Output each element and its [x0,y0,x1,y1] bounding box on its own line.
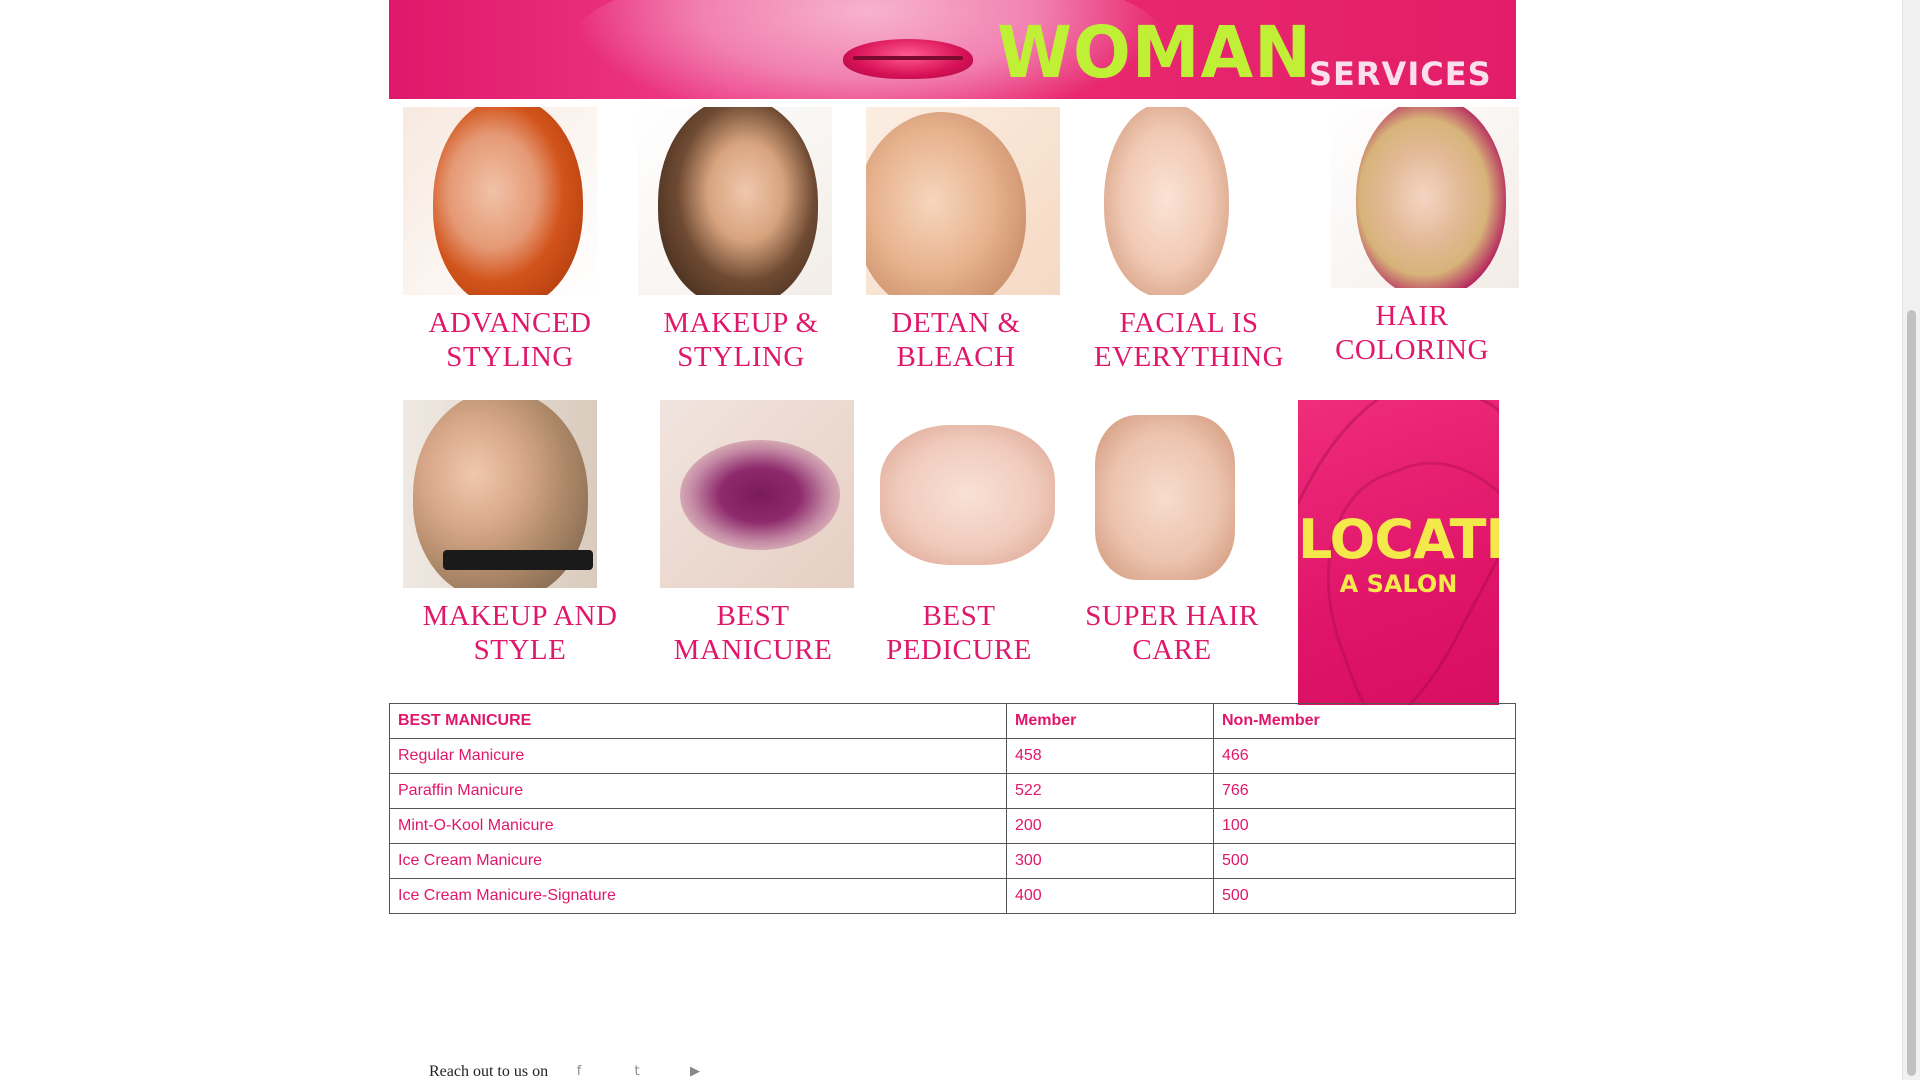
advanced-styling-image[interactable] [403,107,597,295]
non-member-price-cell: 466 [1213,738,1516,774]
table-row: Mint-O-Kool Manicure 200 100 [389,808,1516,844]
member-price-cell: 458 [1006,738,1214,774]
banner-title: WOMAN [997,12,1313,95]
best-manicure-image[interactable] [660,400,854,588]
service-caption-line: BEST [716,600,790,632]
service-caption-line: PEDICURE [886,634,1032,666]
table-header-member: Member [1006,703,1214,739]
hair-coloring-image[interactable] [1331,107,1519,288]
table-header-non-member: Non-Member [1213,703,1516,739]
non-member-price-cell: 500 [1213,878,1516,914]
facebook-icon[interactable]: f [570,1064,588,1082]
service-caption-line: ADVANCED [428,307,592,339]
super-hair-care-image[interactable] [1070,400,1264,588]
service-caption-line: DETAN & [891,307,1021,339]
service-caption-line: MANICURE [673,634,833,666]
makeup-styling-image[interactable] [638,107,832,295]
locate-subtitle: A SALON [1339,570,1458,598]
youtube-icon[interactable]: ▶ [686,1064,704,1082]
non-member-price-cell: 100 [1213,808,1516,844]
table-row: Ice Cream Manicure-Signature 400 500 [389,878,1516,914]
service-caption-line: MAKEUP & [663,307,819,339]
vertical-scrollbar[interactable] [1902,0,1920,1080]
member-price-cell: 200 [1006,808,1214,844]
member-price-cell: 522 [1006,773,1214,809]
footer-reach-out-text: Reach out to us on [429,1063,549,1080]
service-caption-line: HAIR [1375,300,1449,332]
service-caption-line: STYLING [677,341,805,373]
non-member-price-cell: 500 [1213,843,1516,879]
service-caption-line: BEST [922,600,996,632]
service-name-cell: Ice Cream Manicure-Signature [389,878,1007,914]
service-caption-line: STYLING [446,341,574,373]
woman-services-banner: WOMAN SERVICES [389,0,1516,99]
service-name-cell: Regular Manicure [389,738,1007,774]
service-caption-line: STYLE [473,634,567,666]
manicure-price-table: BEST MANICURE Member Non-Member Regular … [389,703,1516,914]
facial-image[interactable] [1069,107,1263,295]
twitter-icon[interactable]: t [628,1064,646,1082]
table-row: Regular Manicure 458 466 [389,738,1516,774]
service-caption-line: EVERYTHING [1093,341,1285,373]
scrollbar-thumb[interactable] [1907,310,1916,1076]
detan-bleach-image[interactable] [866,107,1060,295]
banner-subtitle: SERVICES [1309,55,1492,93]
non-member-price-cell: 766 [1213,773,1516,809]
member-price-cell: 300 [1006,843,1214,879]
table-row: Ice Cream Manicure 300 500 [389,843,1516,879]
service-caption-line: CARE [1132,634,1212,666]
service-caption-line: MAKEUP AND [422,600,618,632]
service-caption-line: SUPER HAIR [1085,600,1259,632]
service-name-cell: Mint-O-Kool Manicure [389,808,1007,844]
locate-salon-banner[interactable]: LOCATE A SALON [1298,400,1499,705]
best-pedicure-image[interactable] [870,400,1064,588]
table-header-service: BEST MANICURE [389,703,1007,739]
makeup-and-style-image[interactable] [403,400,597,588]
service-caption-line: BLEACH [896,341,1016,373]
table-row: Paraffin Manicure 522 766 [389,773,1516,809]
table-header-row: BEST MANICURE Member Non-Member [389,703,1516,739]
service-name-cell: Paraffin Manicure [389,773,1007,809]
locate-title: LOCATE [1298,508,1499,571]
member-price-cell: 400 [1006,878,1214,914]
banner-lips-art [843,39,973,79]
service-caption-line: COLORING [1335,334,1489,366]
service-name-cell: Ice Cream Manicure [389,843,1007,879]
service-caption-line: FACIAL IS [1119,307,1259,339]
